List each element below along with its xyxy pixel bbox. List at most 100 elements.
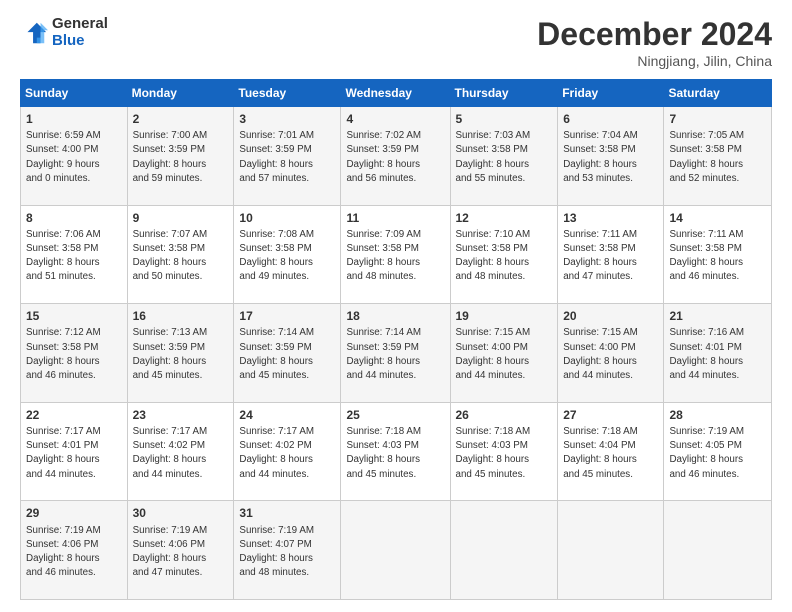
- logo-text: General Blue: [52, 16, 108, 49]
- day-info: Sunrise: 7:04 AM Sunset: 3:58 PM Dayligh…: [563, 130, 638, 184]
- day-number: 1: [26, 111, 122, 127]
- calendar-day-cell: 3 Sunrise: 7:01 AM Sunset: 3:59 PM Daylig…: [234, 107, 341, 206]
- day-number: 16: [133, 308, 229, 324]
- calendar-day-cell: 10 Sunrise: 7:08 AM Sunset: 3:58 PM Dayli…: [234, 205, 341, 304]
- calendar-day-cell: 11 Sunrise: 7:09 AM Sunset: 3:58 PM Dayli…: [341, 205, 450, 304]
- month-year-title: December 2024: [537, 16, 772, 53]
- day-number: 19: [456, 308, 553, 324]
- day-number: 26: [456, 407, 553, 423]
- day-of-week-header: Friday: [558, 80, 664, 107]
- day-info: Sunrise: 7:19 AM Sunset: 4:06 PM Dayligh…: [133, 525, 208, 579]
- day-info: Sunrise: 7:11 AM Sunset: 3:58 PM Dayligh…: [563, 229, 637, 283]
- calendar-day-cell: 12 Sunrise: 7:10 AM Sunset: 3:58 PM Dayli…: [450, 205, 558, 304]
- day-number: 31: [239, 505, 335, 521]
- title-block: December 2024 Ningjiang, Jilin, China: [537, 16, 772, 69]
- day-info: Sunrise: 7:13 AM Sunset: 3:59 PM Dayligh…: [133, 327, 208, 381]
- day-number: 25: [346, 407, 444, 423]
- day-info: Sunrise: 7:11 AM Sunset: 3:58 PM Dayligh…: [669, 229, 743, 283]
- day-info: Sunrise: 7:14 AM Sunset: 3:59 PM Dayligh…: [346, 327, 421, 381]
- day-number: 21: [669, 308, 766, 324]
- day-number: 3: [239, 111, 335, 127]
- calendar-day-cell: [664, 501, 772, 600]
- day-info: Sunrise: 7:01 AM Sunset: 3:59 PM Dayligh…: [239, 130, 314, 184]
- day-number: 8: [26, 210, 122, 226]
- calendar-day-cell: 18Sunrise: 7:14 AM Sunset: 3:59 PM Dayli…: [341, 304, 450, 403]
- location-subtitle: Ningjiang, Jilin, China: [537, 53, 772, 69]
- day-number: 10: [239, 210, 335, 226]
- calendar-day-cell: 7Sunrise: 7:05 AM Sunset: 3:58 PM Daylig…: [664, 107, 772, 206]
- calendar-day-cell: 17 Sunrise: 7:14 AM Sunset: 3:59 PM Dayli…: [234, 304, 341, 403]
- calendar-day-cell: 31Sunrise: 7:19 AM Sunset: 4:07 PM Dayli…: [234, 501, 341, 600]
- day-info: Sunrise: 7:08 AM Sunset: 3:58 PM Dayligh…: [239, 229, 314, 283]
- calendar-day-cell: 16 Sunrise: 7:13 AM Sunset: 3:59 PM Dayli…: [127, 304, 234, 403]
- day-number: 28: [669, 407, 766, 423]
- calendar-week-row: 29 Sunrise: 7:19 AM Sunset: 4:06 PM Dayli…: [21, 501, 772, 600]
- day-info: Sunrise: 7:03 AM Sunset: 3:58 PM Dayligh…: [456, 130, 531, 184]
- day-number: 12: [456, 210, 553, 226]
- calendar-day-cell: 13Sunrise: 7:11 AM Sunset: 3:58 PM Dayli…: [558, 205, 664, 304]
- day-info: Sunrise: 7:14 AM Sunset: 3:59 PM Dayligh…: [239, 327, 314, 381]
- day-info: Sunrise: 7:18 AM Sunset: 4:03 PM Dayligh…: [346, 426, 421, 480]
- calendar-week-row: 15 Sunrise: 7:12 AM Sunset: 3:58 PM Dayli…: [21, 304, 772, 403]
- day-info: Sunrise: 7:16 AM Sunset: 4:01 PM Dayligh…: [669, 327, 744, 381]
- day-of-week-header: Wednesday: [341, 80, 450, 107]
- calendar-day-cell: [341, 501, 450, 600]
- day-info: Sunrise: 7:17 AM Sunset: 4:02 PM Dayligh…: [239, 426, 314, 480]
- day-info: Sunrise: 6:59 AM Sunset: 4:00 PM Dayligh…: [26, 130, 101, 184]
- calendar-day-cell: 5 Sunrise: 7:03 AM Sunset: 3:58 PM Daylig…: [450, 107, 558, 206]
- calendar-day-cell: 20 Sunrise: 7:15 AM Sunset: 4:00 PM Dayli…: [558, 304, 664, 403]
- calendar-week-row: 22Sunrise: 7:17 AM Sunset: 4:01 PM Dayli…: [21, 402, 772, 501]
- day-info: Sunrise: 7:18 AM Sunset: 4:03 PM Dayligh…: [456, 426, 531, 480]
- calendar-day-cell: 8 Sunrise: 7:06 AM Sunset: 3:58 PM Daylig…: [21, 205, 128, 304]
- day-info: Sunrise: 7:00 AM Sunset: 3:59 PM Dayligh…: [133, 130, 208, 184]
- calendar-day-cell: 26 Sunrise: 7:18 AM Sunset: 4:03 PM Dayli…: [450, 402, 558, 501]
- calendar-day-cell: [558, 501, 664, 600]
- calendar-day-cell: 4 Sunrise: 7:02 AM Sunset: 3:59 PM Daylig…: [341, 107, 450, 206]
- calendar-day-cell: 30 Sunrise: 7:19 AM Sunset: 4:06 PM Dayli…: [127, 501, 234, 600]
- day-of-week-header: Tuesday: [234, 80, 341, 107]
- calendar-day-cell: 15 Sunrise: 7:12 AM Sunset: 3:58 PM Dayli…: [21, 304, 128, 403]
- calendar-day-cell: 28 Sunrise: 7:19 AM Sunset: 4:05 PM Dayli…: [664, 402, 772, 501]
- day-number: 30: [133, 505, 229, 521]
- logo-icon: [20, 19, 48, 47]
- day-info: Sunrise: 7:19 AM Sunset: 4:05 PM Dayligh…: [669, 426, 744, 480]
- day-info: Sunrise: 7:12 AM Sunset: 3:58 PM Dayligh…: [26, 327, 101, 381]
- calendar-day-cell: 21 Sunrise: 7:16 AM Sunset: 4:01 PM Dayli…: [664, 304, 772, 403]
- calendar-header-row: SundayMondayTuesdayWednesdayThursdayFrid…: [21, 80, 772, 107]
- calendar-day-cell: 29 Sunrise: 7:19 AM Sunset: 4:06 PM Dayli…: [21, 501, 128, 600]
- day-info: Sunrise: 7:15 AM Sunset: 4:00 PM Dayligh…: [456, 327, 531, 381]
- day-number: 17: [239, 308, 335, 324]
- day-number: 11: [346, 210, 444, 226]
- calendar-day-cell: 2Sunrise: 7:00 AM Sunset: 3:59 PM Daylig…: [127, 107, 234, 206]
- day-number: 24: [239, 407, 335, 423]
- day-number: 9: [133, 210, 229, 226]
- calendar-day-cell: 24 Sunrise: 7:17 AM Sunset: 4:02 PM Dayli…: [234, 402, 341, 501]
- day-number: 29: [26, 505, 122, 521]
- calendar-day-cell: 14Sunrise: 7:11 AM Sunset: 3:58 PM Dayli…: [664, 205, 772, 304]
- day-info: Sunrise: 7:05 AM Sunset: 3:58 PM Dayligh…: [669, 130, 744, 184]
- day-info: Sunrise: 7:18 AM Sunset: 4:04 PM Dayligh…: [563, 426, 638, 480]
- calendar-day-cell: 19 Sunrise: 7:15 AM Sunset: 4:00 PM Dayli…: [450, 304, 558, 403]
- day-info: Sunrise: 7:02 AM Sunset: 3:59 PM Dayligh…: [346, 130, 421, 184]
- calendar-day-cell: 9Sunrise: 7:07 AM Sunset: 3:58 PM Daylig…: [127, 205, 234, 304]
- day-of-week-header: Thursday: [450, 80, 558, 107]
- calendar-day-cell: 25 Sunrise: 7:18 AM Sunset: 4:03 PM Dayli…: [341, 402, 450, 501]
- calendar-day-cell: 27Sunrise: 7:18 AM Sunset: 4:04 PM Dayli…: [558, 402, 664, 501]
- calendar-week-row: 8 Sunrise: 7:06 AM Sunset: 3:58 PM Daylig…: [21, 205, 772, 304]
- day-of-week-header: Sunday: [21, 80, 128, 107]
- day-number: 5: [456, 111, 553, 127]
- page-header: General Blue December 2024 Ningjiang, Ji…: [20, 16, 772, 69]
- day-info: Sunrise: 7:06 AM Sunset: 3:58 PM Dayligh…: [26, 229, 101, 283]
- calendar-table: SundayMondayTuesdayWednesdayThursdayFrid…: [20, 79, 772, 600]
- day-number: 4: [346, 111, 444, 127]
- day-of-week-header: Saturday: [664, 80, 772, 107]
- day-info: Sunrise: 7:15 AM Sunset: 4:00 PM Dayligh…: [563, 327, 638, 381]
- calendar-day-cell: 23Sunrise: 7:17 AM Sunset: 4:02 PM Dayli…: [127, 402, 234, 501]
- day-number: 20: [563, 308, 658, 324]
- day-info: Sunrise: 7:10 AM Sunset: 3:58 PM Dayligh…: [456, 229, 531, 283]
- day-info: Sunrise: 7:09 AM Sunset: 3:58 PM Dayligh…: [346, 229, 421, 283]
- day-info: Sunrise: 7:19 AM Sunset: 4:06 PM Dayligh…: [26, 525, 101, 579]
- logo: General Blue: [20, 16, 108, 49]
- day-number: 15: [26, 308, 122, 324]
- day-info: Sunrise: 7:17 AM Sunset: 4:01 PM Dayligh…: [26, 426, 101, 480]
